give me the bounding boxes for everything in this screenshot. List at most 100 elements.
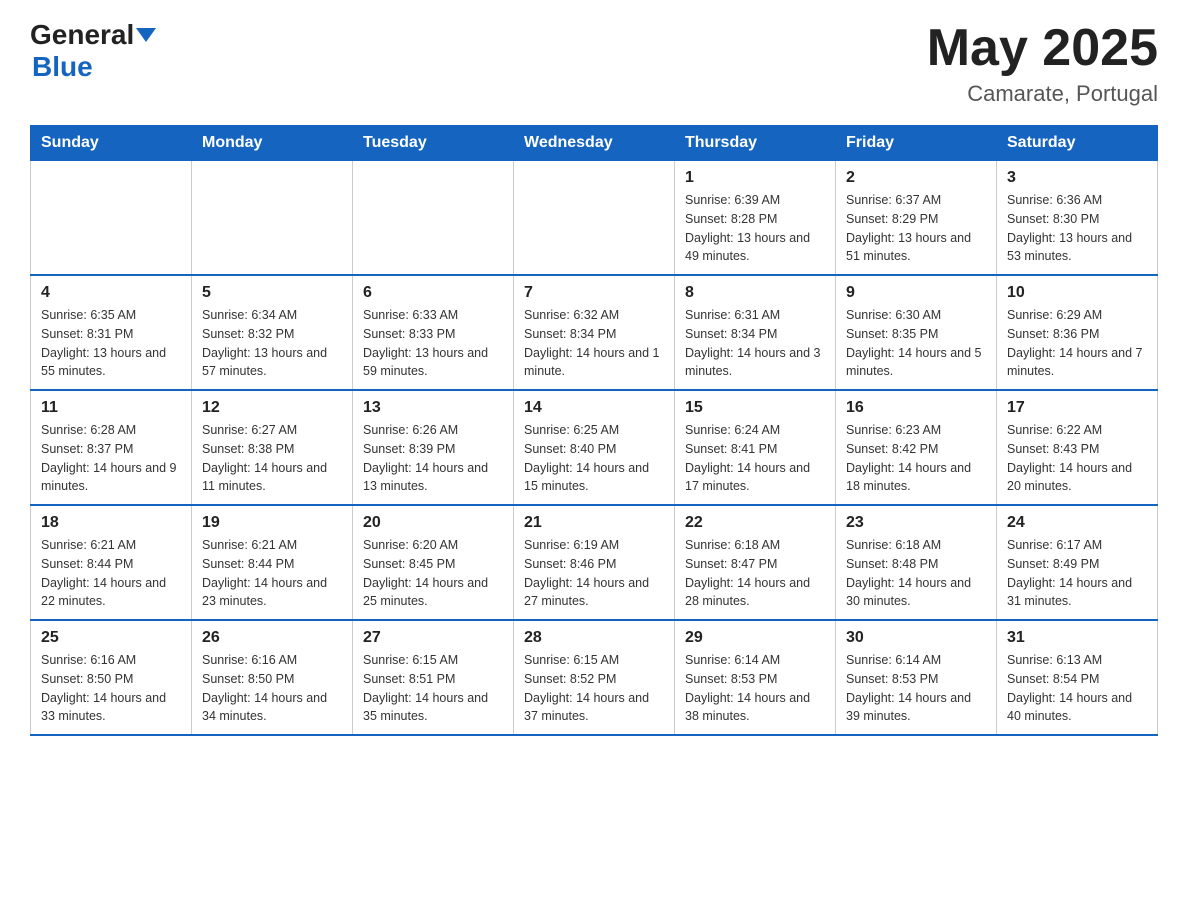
calendar-row-4: 18 Sunrise: 6:21 AMSunset: 8:44 PMDayligh… <box>31 505 1158 620</box>
calendar-cell: 31 Sunrise: 6:13 AMSunset: 8:54 PMDayligh… <box>997 620 1158 735</box>
day-number: 18 <box>41 514 181 532</box>
calendar-cell <box>31 161 192 276</box>
calendar-cell: 19 Sunrise: 6:21 AMSunset: 8:44 PMDayligh… <box>192 505 353 620</box>
day-info: Sunrise: 6:27 AMSunset: 8:38 PMDaylight:… <box>202 421 342 496</box>
weekday-header-thursday: Thursday <box>675 126 836 161</box>
calendar-cell: 27Sunrise: 6:15 AMSunset: 8:51 PMDayligh… <box>353 620 514 735</box>
day-number: 16 <box>846 399 986 417</box>
day-number: 13 <box>363 399 503 417</box>
day-info: Sunrise: 6:18 AMSunset: 8:48 PMDaylight:… <box>846 536 986 611</box>
day-number: 30 <box>846 629 986 647</box>
logo-blue: Blue <box>32 51 93 82</box>
calendar-cell: 7 Sunrise: 6:32 AMSunset: 8:34 PMDaylight… <box>514 275 675 390</box>
day-number: 28 <box>524 629 664 647</box>
calendar-cell: 10Sunrise: 6:29 AMSunset: 8:36 PMDayligh… <box>997 275 1158 390</box>
calendar-cell: 24 Sunrise: 6:17 AMSunset: 8:49 PMDayligh… <box>997 505 1158 620</box>
calendar-cell: 9Sunrise: 6:30 AMSunset: 8:35 PMDaylight… <box>836 275 997 390</box>
day-info: Sunrise: 6:14 AMSunset: 8:53 PMDaylight:… <box>846 651 986 726</box>
calendar-cell: 5Sunrise: 6:34 AMSunset: 8:32 PMDaylight… <box>192 275 353 390</box>
day-number: 11 <box>41 399 181 417</box>
calendar-cell: 17 Sunrise: 6:22 AMSunset: 8:43 PMDayligh… <box>997 390 1158 505</box>
weekday-header-sunday: Sunday <box>31 126 192 161</box>
calendar-row-1: 1Sunrise: 6:39 AMSunset: 8:28 PMDaylight… <box>31 161 1158 276</box>
day-info: Sunrise: 6:37 AMSunset: 8:29 PMDaylight:… <box>846 191 986 266</box>
calendar-cell: 29 Sunrise: 6:14 AMSunset: 8:53 PMDayligh… <box>675 620 836 735</box>
weekday-header-row: SundayMondayTuesdayWednesdayThursdayFrid… <box>31 126 1158 161</box>
month-year: May 2025 <box>927 20 1158 77</box>
day-info: Sunrise: 6:13 AMSunset: 8:54 PMDaylight:… <box>1007 651 1147 726</box>
day-number: 19 <box>202 514 342 532</box>
calendar-cell: 26 Sunrise: 6:16 AMSunset: 8:50 PMDayligh… <box>192 620 353 735</box>
day-number: 8 <box>685 284 825 302</box>
day-info: Sunrise: 6:32 AMSunset: 8:34 PMDaylight:… <box>524 306 664 381</box>
day-info: Sunrise: 6:21 AMSunset: 8:44 PMDaylight:… <box>202 536 342 611</box>
day-number: 1 <box>685 169 825 187</box>
day-info: Sunrise: 6:31 AMSunset: 8:34 PMDaylight:… <box>685 306 825 381</box>
day-number: 4 <box>41 284 181 302</box>
day-number: 31 <box>1007 629 1147 647</box>
calendar-cell: 12 Sunrise: 6:27 AMSunset: 8:38 PMDayligh… <box>192 390 353 505</box>
day-info: Sunrise: 6:34 AMSunset: 8:32 PMDaylight:… <box>202 306 342 381</box>
day-info: Sunrise: 6:17 AMSunset: 8:49 PMDaylight:… <box>1007 536 1147 611</box>
day-info: Sunrise: 6:18 AMSunset: 8:47 PMDaylight:… <box>685 536 825 611</box>
day-info: Sunrise: 6:35 AMSunset: 8:31 PMDaylight:… <box>41 306 181 381</box>
day-number: 26 <box>202 629 342 647</box>
day-info: Sunrise: 6:16 AMSunset: 8:50 PMDaylight:… <box>41 651 181 726</box>
day-info: Sunrise: 6:16 AMSunset: 8:50 PMDaylight:… <box>202 651 342 726</box>
day-number: 3 <box>1007 169 1147 187</box>
calendar-cell: 1Sunrise: 6:39 AMSunset: 8:28 PMDaylight… <box>675 161 836 276</box>
calendar-cell: 6 Sunrise: 6:33 AMSunset: 8:33 PMDaylight… <box>353 275 514 390</box>
day-number: 7 <box>524 284 664 302</box>
weekday-header-saturday: Saturday <box>997 126 1158 161</box>
calendar-cell: 2 Sunrise: 6:37 AMSunset: 8:29 PMDaylight… <box>836 161 997 276</box>
logo: General Blue <box>30 20 156 83</box>
day-info: Sunrise: 6:23 AMSunset: 8:42 PMDaylight:… <box>846 421 986 496</box>
day-info: Sunrise: 6:15 AMSunset: 8:52 PMDaylight:… <box>524 651 664 726</box>
calendar-cell: 23 Sunrise: 6:18 AMSunset: 8:48 PMDayligh… <box>836 505 997 620</box>
calendar-table: SundayMondayTuesdayWednesdayThursdayFrid… <box>30 125 1158 736</box>
location: Camarate, Portugal <box>927 81 1158 107</box>
day-info: Sunrise: 6:19 AMSunset: 8:46 PMDaylight:… <box>524 536 664 611</box>
calendar-row-3: 11 Sunrise: 6:28 AMSunset: 8:37 PMDayligh… <box>31 390 1158 505</box>
calendar-cell <box>353 161 514 276</box>
page-header: General Blue May 2025 Camarate, Portugal <box>30 20 1158 107</box>
day-number: 2 <box>846 169 986 187</box>
day-number: 12 <box>202 399 342 417</box>
logo-general: General <box>30 20 134 51</box>
day-info: Sunrise: 6:33 AMSunset: 8:33 PMDaylight:… <box>363 306 503 381</box>
day-info: Sunrise: 6:28 AMSunset: 8:37 PMDaylight:… <box>41 421 181 496</box>
day-info: Sunrise: 6:36 AMSunset: 8:30 PMDaylight:… <box>1007 191 1147 266</box>
calendar-row-2: 4 Sunrise: 6:35 AMSunset: 8:31 PMDaylight… <box>31 275 1158 390</box>
day-info: Sunrise: 6:25 AMSunset: 8:40 PMDaylight:… <box>524 421 664 496</box>
day-info: Sunrise: 6:21 AMSunset: 8:44 PMDaylight:… <box>41 536 181 611</box>
weekday-header-tuesday: Tuesday <box>353 126 514 161</box>
day-number: 10 <box>1007 284 1147 302</box>
calendar-cell: 15Sunrise: 6:24 AMSunset: 8:41 PMDayligh… <box>675 390 836 505</box>
calendar-cell: 14 Sunrise: 6:25 AMSunset: 8:40 PMDayligh… <box>514 390 675 505</box>
day-info: Sunrise: 6:26 AMSunset: 8:39 PMDaylight:… <box>363 421 503 496</box>
day-info: Sunrise: 6:15 AMSunset: 8:51 PMDaylight:… <box>363 651 503 726</box>
calendar-cell: 18 Sunrise: 6:21 AMSunset: 8:44 PMDayligh… <box>31 505 192 620</box>
weekday-header-monday: Monday <box>192 126 353 161</box>
day-number: 29 <box>685 629 825 647</box>
day-number: 21 <box>524 514 664 532</box>
calendar-row-5: 25 Sunrise: 6:16 AMSunset: 8:50 PMDayligh… <box>31 620 1158 735</box>
day-number: 6 <box>363 284 503 302</box>
calendar-cell: 16 Sunrise: 6:23 AMSunset: 8:42 PMDayligh… <box>836 390 997 505</box>
day-number: 24 <box>1007 514 1147 532</box>
day-number: 15 <box>685 399 825 417</box>
calendar-cell: 25 Sunrise: 6:16 AMSunset: 8:50 PMDayligh… <box>31 620 192 735</box>
day-number: 25 <box>41 629 181 647</box>
calendar-cell <box>514 161 675 276</box>
day-number: 14 <box>524 399 664 417</box>
calendar-cell: 30 Sunrise: 6:14 AMSunset: 8:53 PMDayligh… <box>836 620 997 735</box>
calendar-cell: 13 Sunrise: 6:26 AMSunset: 8:39 PMDayligh… <box>353 390 514 505</box>
day-info: Sunrise: 6:14 AMSunset: 8:53 PMDaylight:… <box>685 651 825 726</box>
calendar-cell: 4 Sunrise: 6:35 AMSunset: 8:31 PMDaylight… <box>31 275 192 390</box>
calendar-cell: 22Sunrise: 6:18 AMSunset: 8:47 PMDayligh… <box>675 505 836 620</box>
day-info: Sunrise: 6:22 AMSunset: 8:43 PMDaylight:… <box>1007 421 1147 496</box>
day-number: 23 <box>846 514 986 532</box>
calendar-cell: 3 Sunrise: 6:36 AMSunset: 8:30 PMDaylight… <box>997 161 1158 276</box>
day-number: 17 <box>1007 399 1147 417</box>
day-number: 20 <box>363 514 503 532</box>
